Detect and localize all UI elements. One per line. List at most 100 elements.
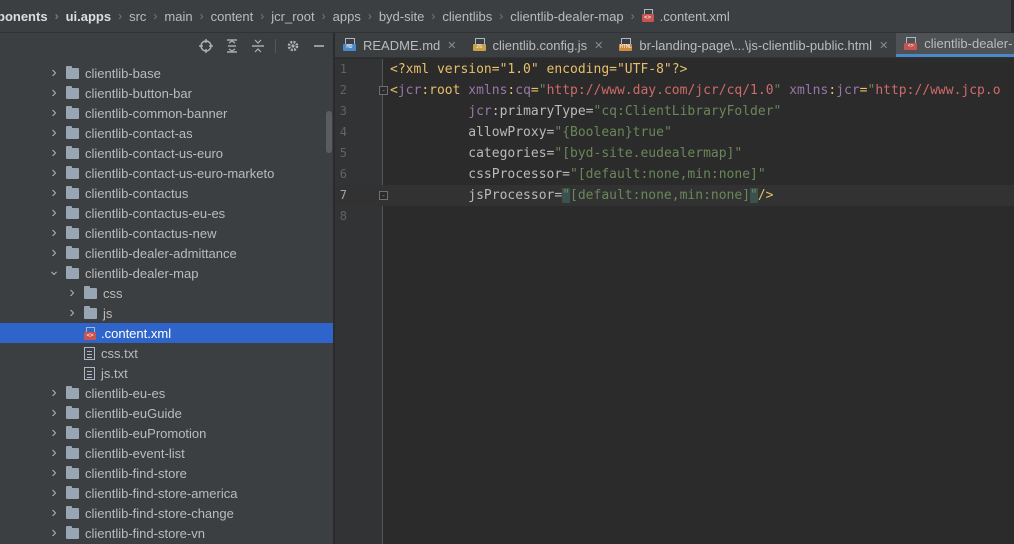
breadcrumb-item[interactable]: ponents xyxy=(0,9,48,24)
tree-item[interactable]: › clientlib-eu-es xyxy=(0,383,333,403)
chevron-right-icon[interactable]: › xyxy=(48,164,60,181)
chevron-right-icon[interactable]: › xyxy=(48,84,60,101)
collapse-all-icon[interactable] xyxy=(249,37,267,55)
code-token: " xyxy=(562,188,571,203)
chevron-right-icon[interactable]: › xyxy=(48,224,60,241)
tree-scrollbar[interactable] xyxy=(326,111,332,153)
tree-item[interactable]: › clientlib-dealer-admittance xyxy=(0,243,333,263)
breadcrumb-item[interactable]: › content xyxy=(193,9,254,24)
close-icon[interactable]: ✕ xyxy=(879,39,888,52)
tree-item[interactable]: › css xyxy=(0,283,333,303)
tree-item[interactable]: › clientlib-euPromotion xyxy=(0,423,333,443)
breadcrumb-item[interactable]: › clientlib-dealer-map xyxy=(492,9,623,24)
breadcrumb-item[interactable]: › byd-site xyxy=(361,9,425,24)
tree-item[interactable]: › clientlib-contactus-eu-es xyxy=(0,203,333,223)
chevron-right-icon[interactable]: › xyxy=(66,304,78,321)
code-token: [default:none,min:none] xyxy=(570,188,751,203)
chevron-down-icon[interactable]: ⌄ xyxy=(48,262,60,278)
breadcrumb-label: ponents xyxy=(0,8,48,24)
tree-item[interactable]: › clientlib-find-store-vn xyxy=(0,523,333,543)
fold-marker-icon[interactable]: - xyxy=(379,86,388,95)
breadcrumb-label: jcr_root xyxy=(271,8,315,24)
fold-marker-icon[interactable]: - xyxy=(379,191,388,200)
project-panel: › clientlib-base › clientlib-button-bar › cli… xyxy=(0,33,334,544)
chevron-right-icon[interactable]: › xyxy=(48,184,60,201)
tree-item[interactable]: › clientlib-find-store xyxy=(0,463,333,483)
breadcrumb-item[interactable]: › clientlibs xyxy=(424,9,492,24)
toolbar-divider xyxy=(275,38,276,53)
tree-item[interactable]: › clientlib-contact-as xyxy=(0,123,333,143)
expand-all-icon[interactable] xyxy=(223,37,241,55)
chevron-right-icon[interactable]: › xyxy=(48,464,60,481)
tree-item-label: clientlib-euGuide xyxy=(85,405,182,421)
code-token: <?xml version="1.0" encoding="UTF-8"?> xyxy=(390,62,688,77)
code-token: :primaryType= xyxy=(491,104,594,119)
chevron-right-icon[interactable]: › xyxy=(48,444,60,461)
close-icon[interactable]: ✕ xyxy=(447,39,456,52)
breadcrumb-item[interactable]: › ui.apps xyxy=(48,9,112,24)
code-token: jcr xyxy=(468,104,492,119)
code-editor[interactable]: 1 <?xml version="1.0" encoding="UTF-8"?> 2… xyxy=(335,59,1014,544)
chevron-right-icon[interactable]: › xyxy=(48,484,60,501)
minimize-icon[interactable] xyxy=(310,37,328,55)
tree-item[interactable]: › js xyxy=(0,303,333,323)
tree-item[interactable]: › clientlib-common-banner xyxy=(0,103,333,123)
chevron-right-icon[interactable]: › xyxy=(48,384,60,401)
chevron-right-icon[interactable]: › xyxy=(48,404,60,421)
tree-item[interactable]: css.txt xyxy=(0,343,333,363)
code-line: 5 categories="[byd-site.eudealermap]" xyxy=(335,143,1014,164)
code-token: "[byd-site.eudealermap]" xyxy=(554,146,743,161)
gear-icon[interactable] xyxy=(284,37,302,55)
code-text: jsProcessor="[default:none,min:none]"/> xyxy=(390,185,774,206)
chevron-right-icon: › xyxy=(260,9,265,23)
chevron-right-icon[interactable]: › xyxy=(48,524,60,541)
tree-item[interactable]: › clientlib-button-bar xyxy=(0,83,333,103)
editor-tab[interactable]: JS clientlib.config.js ✕ xyxy=(465,33,612,57)
tree-item[interactable]: › clientlib-euGuide xyxy=(0,403,333,423)
editor-tab[interactable]: HTML br-landing-page\...\js-clientlib-pub… xyxy=(611,33,896,57)
tree-item-label: clientlib-contactus xyxy=(85,185,189,201)
editor-tab[interactable]: <> clientlib-dealer- xyxy=(896,33,1014,57)
close-icon[interactable]: ✕ xyxy=(594,39,603,52)
chevron-right-icon[interactable]: › xyxy=(48,504,60,521)
tree-item[interactable]: › clientlib-find-store-change xyxy=(0,503,333,523)
folder-icon xyxy=(66,165,79,179)
tree-item[interactable]: › clientlib-find-store-america xyxy=(0,483,333,503)
tree-item[interactable]: › clientlib-contactus-new xyxy=(0,223,333,243)
code-text: jcr:primaryType="cq:ClientLibraryFolder" xyxy=(390,101,781,122)
chevron-right-icon[interactable]: › xyxy=(48,204,60,221)
tree-item[interactable]: › clientlib-contact-us-euro-marketo xyxy=(0,163,333,183)
crosshair-icon[interactable] xyxy=(197,37,215,55)
tree-item-label: clientlib-base xyxy=(85,65,161,81)
chevron-right-icon[interactable]: › xyxy=(48,244,60,261)
folder-icon xyxy=(66,425,79,439)
tree-item[interactable]: › clientlib-event-list xyxy=(0,443,333,463)
editor-tab[interactable]: MD README.md ✕ xyxy=(335,33,465,57)
chevron-right-icon[interactable]: › xyxy=(48,144,60,161)
chevron-right-icon[interactable]: › xyxy=(48,424,60,441)
chevron-right-icon[interactable]: › xyxy=(48,104,60,121)
chevron-right-icon[interactable]: › xyxy=(48,64,60,81)
tree-item[interactable]: › clientlib-base xyxy=(0,63,333,83)
breadcrumb-item[interactable]: › apps xyxy=(315,9,361,24)
line-number: 1 xyxy=(339,62,347,76)
tree-item-label: clientlib-find-store xyxy=(85,465,187,481)
breadcrumb-item[interactable]: › src xyxy=(111,9,146,24)
chevron-right-icon[interactable]: › xyxy=(48,124,60,141)
chevron-right-icon[interactable]: › xyxy=(66,284,78,301)
breadcrumb-item[interactable]: › jcr_root xyxy=(253,9,314,24)
tree-item-label: clientlib-eu-es xyxy=(85,385,166,401)
tree-item[interactable]: js.txt xyxy=(0,363,333,383)
project-tree: › clientlib-base › clientlib-button-bar › cli… xyxy=(0,63,333,543)
folder-icon xyxy=(66,205,79,219)
code-line: 1 <?xml version="1.0" encoding="UTF-8"?> xyxy=(335,59,1014,80)
folder-icon xyxy=(66,385,79,399)
breadcrumb-item[interactable]: › <> .content.xml xyxy=(624,9,730,24)
tree-item[interactable]: ⌄ clientlib-dealer-map xyxy=(0,262,333,283)
tree-item[interactable]: › clientlib-contactus xyxy=(0,183,333,203)
tree-item-label: clientlib-button-bar xyxy=(85,85,192,101)
tree-item[interactable]: <> .content.xml xyxy=(0,323,333,343)
breadcrumb-item[interactable]: › main xyxy=(146,9,192,24)
tree-item[interactable]: › clientlib-contact-us-euro xyxy=(0,143,333,163)
tree-item-label: clientlib-contactus-new xyxy=(85,225,217,241)
